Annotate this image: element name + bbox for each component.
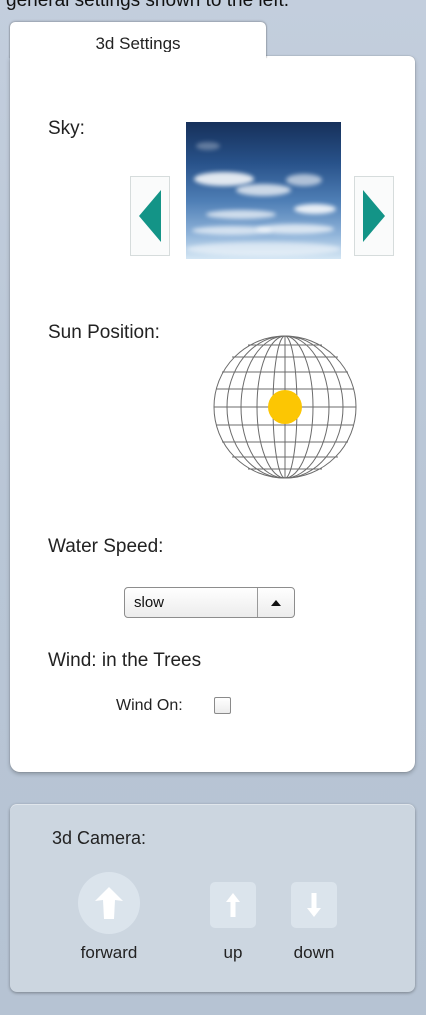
up-button[interactable] <box>210 882 256 928</box>
caret-up-icon <box>271 599 281 606</box>
down-arrow-icon <box>307 893 321 917</box>
camera-title: 3d Camera: <box>52 828 147 848</box>
tab-label: 3d Settings <box>95 34 181 53</box>
wind-on-checkbox[interactable] <box>214 697 231 714</box>
forward-button[interactable] <box>78 872 140 934</box>
sky-prev-button[interactable] <box>130 176 170 256</box>
sun-marker <box>268 390 302 424</box>
down-label: down <box>293 943 335 962</box>
sky-next-button[interactable] <box>354 176 394 256</box>
up-label: up <box>223 943 243 962</box>
forward-label: forward <box>80 943 138 962</box>
wind-label: Wind: in the Trees <box>48 650 202 671</box>
dropdown-toggle-button[interactable] <box>258 588 294 617</box>
wind-on-label: Wind On: <box>116 697 183 714</box>
sky-label: Sky: <box>48 118 85 139</box>
header-text: general settings shown to the left. <box>6 0 290 11</box>
sun-position-label: Sun Position: <box>48 322 160 343</box>
forward-arrow-icon <box>95 887 123 919</box>
sun-position-globe[interactable] <box>212 334 358 480</box>
triangle-right-icon <box>363 190 385 242</box>
water-speed-label: Water Speed: <box>48 536 164 557</box>
water-speed-select[interactable]: slow <box>124 587 295 618</box>
up-arrow-icon <box>226 893 240 917</box>
water-speed-value: slow <box>134 594 165 611</box>
sky-preview-image <box>186 122 341 259</box>
down-button[interactable] <box>291 882 337 928</box>
triangle-left-icon <box>139 190 161 242</box>
